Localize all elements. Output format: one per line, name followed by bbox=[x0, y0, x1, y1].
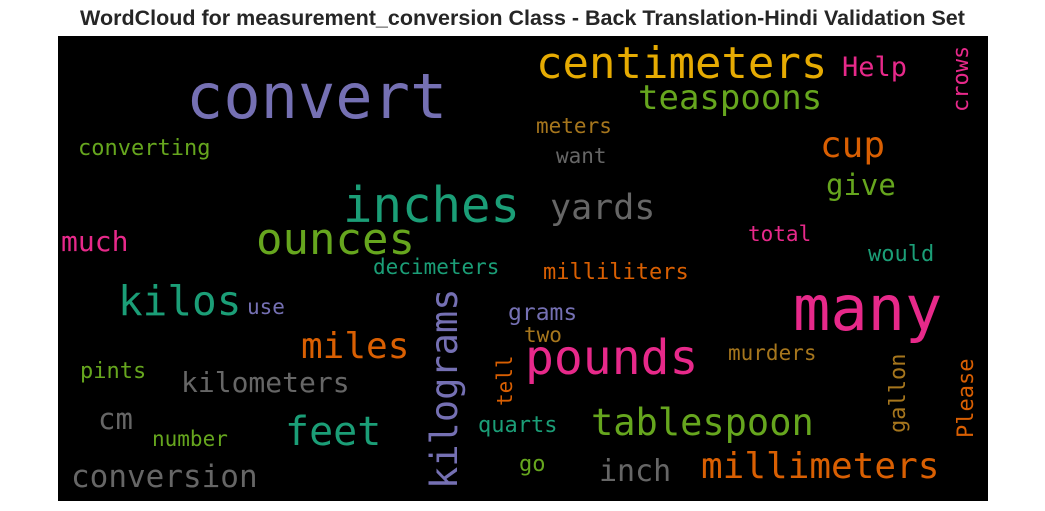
word-converting: converting bbox=[78, 136, 211, 161]
word-pounds: pounds bbox=[525, 330, 699, 386]
word-go: go bbox=[519, 452, 546, 477]
word-would: would bbox=[868, 242, 935, 267]
word-millimeters: millimeters bbox=[701, 446, 940, 487]
word-tell: tell bbox=[493, 355, 517, 406]
word-conversion: conversion bbox=[71, 459, 258, 495]
word-crows: crows bbox=[949, 45, 974, 112]
word-feet: feet bbox=[285, 409, 382, 455]
word-kilos: kilos bbox=[118, 277, 242, 325]
word-kilometers: kilometers bbox=[181, 366, 350, 399]
word-help: Help bbox=[842, 52, 908, 83]
word-quarts: quarts bbox=[478, 413, 558, 438]
word-grams: grams bbox=[508, 300, 578, 326]
word-murders: murders bbox=[728, 341, 817, 365]
word-kilograms: kilograms bbox=[423, 288, 466, 489]
word-give: give bbox=[826, 168, 896, 202]
word-tablespoon: tablespoon bbox=[591, 401, 814, 444]
word-inch: inch bbox=[599, 454, 672, 489]
word-cm: cm bbox=[98, 402, 133, 436]
word-meters: meters bbox=[536, 114, 612, 138]
word-miles: miles bbox=[301, 326, 410, 367]
word-milliliters: milliliters bbox=[543, 260, 689, 285]
chart-title: WordCloud for measurement_conversion Cla… bbox=[80, 6, 965, 30]
word-teaspoons: teaspoons bbox=[638, 78, 823, 118]
word-cup: cup bbox=[820, 125, 886, 166]
word-number: number bbox=[152, 427, 228, 451]
word-yards: yards bbox=[550, 188, 656, 228]
word-total: total bbox=[748, 222, 812, 246]
word-much: much bbox=[61, 225, 129, 258]
word-use: use bbox=[247, 295, 285, 319]
word-many: many bbox=[793, 272, 943, 345]
word-please: Please bbox=[954, 358, 979, 438]
word-pints: pints bbox=[80, 359, 147, 384]
word-decimeters: decimeters bbox=[373, 255, 500, 279]
word-gallon: gallon bbox=[886, 353, 911, 433]
wordcloud-canvas: convert centimeters Help crows teaspoons mete… bbox=[58, 36, 988, 501]
word-want: want bbox=[556, 144, 607, 168]
word-convert: convert bbox=[186, 60, 448, 133]
